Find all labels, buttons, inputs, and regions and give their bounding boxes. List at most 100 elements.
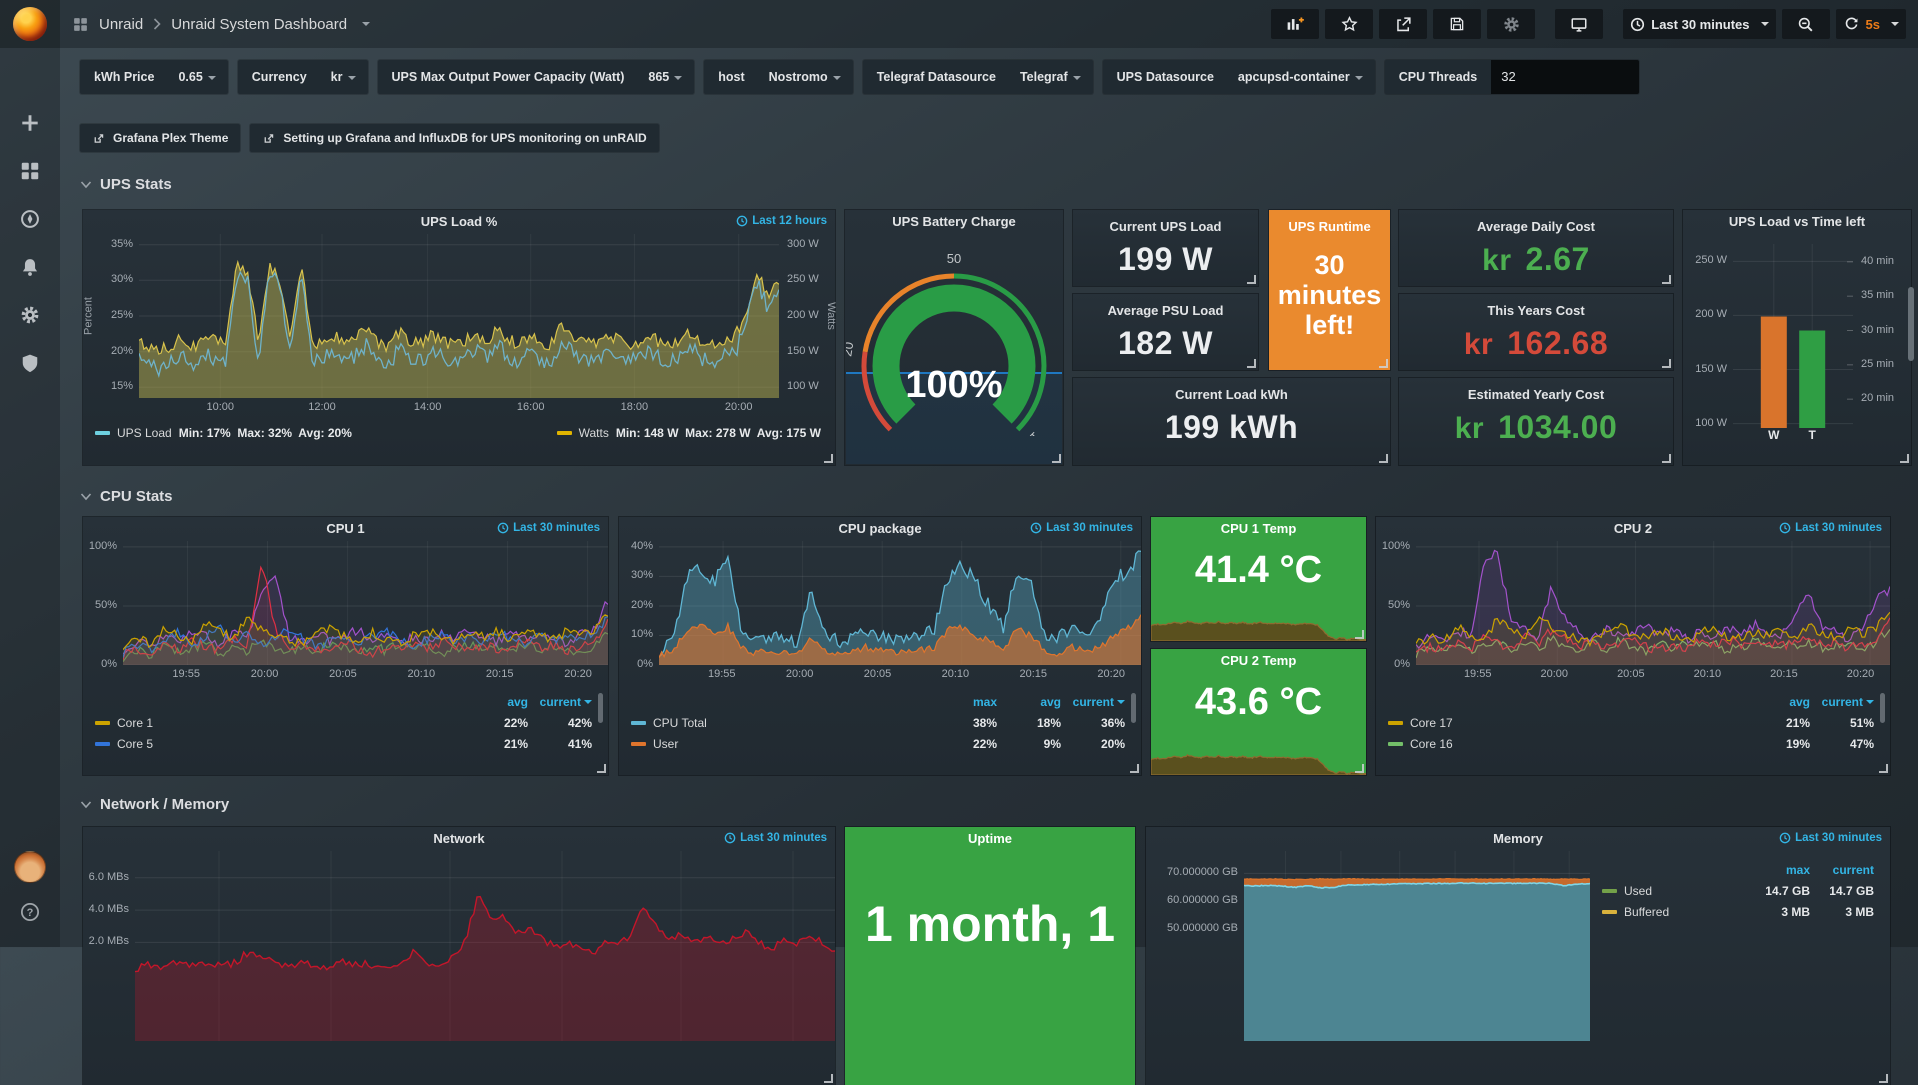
legend-series-name[interactable]: Core 16 (1410, 737, 1453, 751)
section-header-network-memory[interactable]: Network / Memory (80, 796, 229, 813)
refresh-button[interactable]: 5s (1836, 9, 1906, 39)
legend-item[interactable]: WattsMin: 148 W Max: 278 W Avg: 175 W (557, 426, 821, 440)
legend-series[interactable]: Core 16 (1388, 737, 1746, 751)
stat-title[interactable]: Current Load kWh (1073, 378, 1390, 402)
resize-handle[interactable] (1379, 359, 1388, 368)
panel-title[interactable]: Network (83, 827, 835, 849)
variable-value-dropdown[interactable]: 0.65 (168, 70, 227, 84)
resize-handle[interactable] (1662, 359, 1671, 368)
legend-series[interactable]: Core 1 (95, 716, 464, 730)
resize-handle[interactable] (597, 764, 606, 773)
legend-series-name[interactable]: Core 17 (1410, 716, 1453, 730)
legend-column-avg[interactable]: avg (997, 695, 1061, 709)
resize-handle[interactable] (1662, 275, 1671, 284)
legend-series[interactable]: Core 5 (95, 737, 464, 751)
legend-series[interactable]: Buffered (1602, 905, 1746, 919)
legend-series-name[interactable]: UPS Load (117, 426, 172, 440)
legend-series[interactable]: Core 17 (1388, 716, 1746, 730)
panel-title[interactable]: UPS Load vs Time left (1683, 210, 1911, 232)
panel-title[interactable]: UPS Battery Charge (845, 210, 1063, 232)
configuration-gear-icon[interactable] (19, 304, 41, 326)
link-grafana-plex-theme[interactable]: Grafana Plex Theme (80, 124, 240, 152)
refresh-interval-label[interactable]: 5s (1866, 17, 1880, 32)
memory-chart[interactable] (1244, 851, 1590, 1041)
share-button[interactable] (1379, 9, 1427, 39)
resize-handle[interactable] (824, 454, 833, 463)
time-range-picker[interactable]: Last 30 minutes (1623, 9, 1775, 39)
resize-handle[interactable] (1900, 454, 1909, 463)
panel-time-range-badge[interactable]: Last 30 minutes (1030, 522, 1133, 534)
panel-title[interactable]: UPS Load % (83, 210, 835, 232)
resize-handle[interactable] (1879, 764, 1888, 773)
legend-series-name[interactable]: Core 1 (117, 716, 153, 730)
resize-handle[interactable] (1130, 764, 1139, 773)
ups-load-chart[interactable] (139, 234, 779, 398)
legend-column-current[interactable]: current (528, 695, 592, 709)
battery-gauge[interactable]: 02050100 (846, 246, 1062, 454)
ups-bars-chart[interactable] (1733, 244, 1853, 428)
breadcrumb-app[interactable]: Unraid (99, 16, 143, 33)
resize-handle[interactable] (1355, 630, 1364, 639)
create-plus-icon[interactable] (19, 112, 41, 134)
server-admin-shield-icon[interactable] (19, 352, 41, 374)
legend-series-name[interactable]: Core 5 (117, 737, 153, 751)
panel-title[interactable]: CPU 1 Temp (1151, 517, 1366, 539)
resize-handle[interactable] (1662, 454, 1671, 463)
save-button[interactable] (1433, 9, 1481, 39)
section-header-ups-stats[interactable]: UPS Stats (80, 176, 172, 193)
user-avatar[interactable] (14, 851, 46, 883)
resize-handle[interactable] (1379, 454, 1388, 463)
resize-handle[interactable] (1052, 454, 1061, 463)
resize-handle[interactable] (1247, 275, 1256, 284)
legend-column-avg[interactable]: avg (464, 695, 528, 709)
section-header-cpu-stats[interactable]: CPU Stats (80, 488, 173, 505)
alerting-bell-icon[interactable] (19, 256, 41, 278)
legend-series[interactable]: Used (1602, 884, 1746, 898)
legend-column-current[interactable]: current (1810, 695, 1874, 709)
variable-value-dropdown[interactable]: apcupsd-container (1228, 70, 1375, 84)
network-chart[interactable] (135, 851, 835, 1041)
panel-time-range-badge[interactable]: Last 30 minutes (497, 522, 600, 534)
link-grafana-influxdb-guide[interactable]: Setting up Grafana and InfluxDB for UPS … (250, 124, 658, 152)
panel-title[interactable]: CPU 2 Temp (1151, 649, 1366, 671)
dashboard-settings-button[interactable] (1487, 9, 1535, 39)
grafana-logo[interactable] (0, 0, 60, 48)
legend-series[interactable]: CPU Total (631, 716, 933, 730)
panel-time-range-badge[interactable]: Last 12 hours (736, 215, 827, 227)
help-icon[interactable]: ? (19, 901, 41, 923)
add-panel-button[interactable] (1271, 9, 1319, 39)
legend-series-name[interactable]: Used (1624, 884, 1652, 898)
stat-title[interactable]: Average Daily Cost (1399, 210, 1673, 234)
panel-time-range-badge[interactable]: Last 30 minutes (1779, 522, 1882, 534)
stat-title[interactable]: Estimated Yearly Cost (1399, 378, 1673, 402)
legend-scrollbar[interactable] (1131, 693, 1136, 723)
resize-handle[interactable] (1879, 1074, 1888, 1083)
panel-time-range-badge[interactable]: Last 30 minutes (724, 832, 827, 844)
legend-series[interactable]: User (631, 737, 933, 751)
star-button[interactable] (1325, 9, 1373, 39)
explore-compass-icon[interactable] (19, 208, 41, 230)
stat-title[interactable]: Average PSU Load (1073, 294, 1258, 318)
stat-title[interactable]: This Years Cost (1399, 294, 1673, 318)
resize-handle[interactable] (824, 1074, 833, 1083)
dashboard-grid-icon[interactable] (72, 16, 89, 33)
variable-value-dropdown[interactable]: kr (321, 70, 368, 84)
legend-column-current[interactable]: current (1061, 695, 1125, 709)
resize-handle[interactable] (1247, 359, 1256, 368)
cycle-view-mode-button[interactable] (1555, 9, 1603, 39)
cpu-threads-input[interactable]: 32 (1491, 60, 1639, 94)
variable-value-dropdown[interactable]: 865 (638, 70, 694, 84)
variable-value-dropdown[interactable]: Nostromo (759, 70, 853, 84)
cpu1-chart[interactable] (123, 541, 608, 665)
legend-series-name[interactable]: User (653, 737, 678, 751)
resize-handle[interactable] (1355, 764, 1364, 773)
variable-value-dropdown[interactable]: Telegraf (1010, 70, 1093, 84)
page-title[interactable]: Unraid System Dashboard (171, 16, 347, 33)
legend-column-current[interactable]: current (1810, 863, 1874, 877)
panel-time-range-badge[interactable]: Last 30 minutes (1779, 832, 1882, 844)
legend-scrollbar[interactable] (598, 693, 603, 723)
legend-series-name[interactable]: Watts (579, 426, 609, 440)
legend-series-name[interactable]: CPU Total (653, 716, 707, 730)
zoom-out-button[interactable] (1782, 9, 1830, 39)
legend-column-max[interactable]: max (933, 695, 997, 709)
